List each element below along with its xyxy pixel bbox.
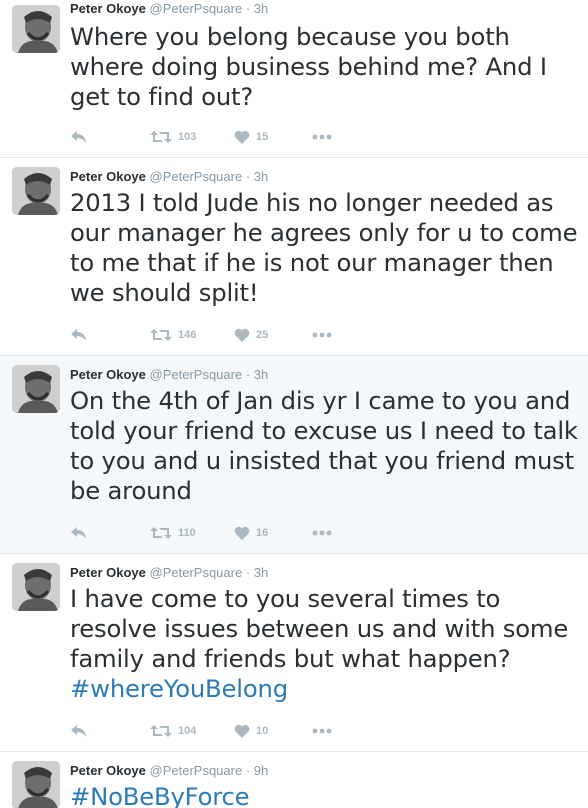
- tweet[interactable]: Peter Okoye @PeterPsquare · 3h Where you…: [0, 0, 588, 158]
- avatar[interactable]: [12, 563, 60, 611]
- timestamp[interactable]: 3h: [254, 367, 268, 382]
- user-fullname[interactable]: Peter Okoye: [70, 565, 146, 580]
- retweet-count: 110: [178, 527, 196, 539]
- timestamp[interactable]: 3h: [254, 1, 268, 16]
- reply-button[interactable]: [70, 721, 88, 741]
- heart-icon: [234, 130, 250, 144]
- like-button[interactable]: 15: [234, 127, 268, 147]
- retweet-button[interactable]: 103: [150, 127, 196, 147]
- more-button[interactable]: [312, 721, 332, 741]
- like-count: 10: [256, 725, 269, 737]
- separator: ·: [245, 565, 251, 580]
- retweet-icon: [150, 527, 172, 539]
- separator: ·: [245, 763, 251, 778]
- separator: ·: [245, 367, 251, 382]
- retweet-count: 146: [178, 329, 197, 341]
- heart-icon: [234, 724, 250, 738]
- tweet-header: Peter Okoye @PeterPsquare · 9h: [70, 763, 268, 779]
- hashtag-link[interactable]: #NoBeByForce: [70, 782, 250, 808]
- reply-icon: [71, 329, 86, 341]
- reply-icon: [71, 527, 86, 539]
- tweet-actions: 103 15: [70, 127, 370, 147]
- avatar[interactable]: [12, 365, 60, 413]
- user-fullname[interactable]: Peter Okoye: [70, 1, 146, 16]
- like-count: 15: [256, 131, 269, 143]
- retweet-button[interactable]: 110: [150, 523, 196, 543]
- more-icon: [312, 728, 332, 734]
- user-fullname[interactable]: Peter Okoye: [70, 367, 146, 382]
- tweet-text-body: On the 4th of Jan dis yr I came to you a…: [70, 386, 578, 505]
- hashtag-link[interactable]: #whereYouBelong: [70, 674, 288, 703]
- avatar[interactable]: [12, 167, 60, 215]
- retweet-count: 103: [178, 131, 197, 143]
- tweet-text-body: Where you belong because you both where …: [70, 22, 547, 111]
- avatar[interactable]: [12, 761, 60, 808]
- retweet-button[interactable]: 146: [150, 325, 196, 345]
- heart-icon: [234, 526, 250, 540]
- user-handle[interactable]: @PeterPsquare: [150, 169, 243, 184]
- tweet-header: Peter Okoye @PeterPsquare · 3h: [70, 565, 268, 581]
- like-count: 25: [256, 329, 269, 341]
- more-icon: [312, 530, 332, 536]
- more-button[interactable]: [312, 523, 332, 543]
- timestamp[interactable]: 3h: [254, 169, 268, 184]
- tweet[interactable]: Peter Okoye @PeterPsquare · 3h 2013 I to…: [0, 158, 588, 356]
- tweet-text-body: I have come to you several times to reso…: [70, 584, 569, 673]
- like-count: 16: [256, 527, 269, 539]
- tweet-text: I have come to you several times to reso…: [70, 584, 580, 704]
- tweet-actions: 104 10: [70, 721, 370, 741]
- more-button[interactable]: [312, 127, 332, 147]
- tweet-text-body: 2013 I told Jude his no longer needed as…: [70, 188, 578, 307]
- tweet-header: Peter Okoye @PeterPsquare · 3h: [70, 367, 268, 383]
- reply-icon: [71, 131, 86, 143]
- retweet-icon: [150, 131, 172, 143]
- heart-icon: [234, 328, 250, 342]
- avatar[interactable]: [12, 5, 60, 53]
- like-button[interactable]: 16: [234, 523, 268, 543]
- more-icon: [312, 134, 332, 140]
- tweet-header: Peter Okoye @PeterPsquare · 3h: [70, 169, 268, 185]
- tweet[interactable]: Peter Okoye @PeterPsquare · 3h I have co…: [0, 554, 588, 752]
- reply-button[interactable]: [70, 127, 88, 147]
- retweet-icon: [150, 329, 172, 341]
- timestamp[interactable]: 9h: [254, 763, 268, 778]
- user-fullname[interactable]: Peter Okoye: [70, 169, 146, 184]
- tweet[interactable]: Peter Okoye @PeterPsquare · 9h #NoBeByFo…: [0, 752, 588, 808]
- retweet-icon: [150, 725, 172, 737]
- separator: ·: [245, 1, 251, 16]
- timestamp[interactable]: 3h: [254, 565, 268, 580]
- reply-button[interactable]: [70, 325, 88, 345]
- reply-button[interactable]: [70, 523, 88, 543]
- reply-icon: [71, 725, 86, 737]
- user-handle[interactable]: @PeterPsquare: [150, 763, 243, 778]
- tweet-text: On the 4th of Jan dis yr I came to you a…: [70, 386, 580, 506]
- tweet-text: 2013 I told Jude his no longer needed as…: [70, 188, 580, 308]
- like-button[interactable]: 25: [234, 325, 268, 345]
- retweet-button[interactable]: 104: [150, 721, 196, 741]
- more-icon: [312, 332, 332, 338]
- user-handle[interactable]: @PeterPsquare: [150, 565, 243, 580]
- retweet-count: 104: [178, 725, 197, 737]
- tweet-actions: 146 25: [70, 325, 370, 345]
- tweet-text: Where you belong because you both where …: [70, 22, 580, 112]
- more-button[interactable]: [312, 325, 332, 345]
- tweet-text: #NoBeByForce: [70, 782, 580, 808]
- tweet[interactable]: Peter Okoye @PeterPsquare · 3h On the 4t…: [0, 356, 588, 554]
- user-handle[interactable]: @PeterPsquare: [150, 1, 243, 16]
- user-handle[interactable]: @PeterPsquare: [150, 367, 243, 382]
- separator: ·: [245, 169, 251, 184]
- tweet-actions: 110 16: [70, 523, 370, 543]
- user-fullname[interactable]: Peter Okoye: [70, 763, 146, 778]
- tweet-header: Peter Okoye @PeterPsquare · 3h: [70, 1, 268, 17]
- like-button[interactable]: 10: [234, 721, 268, 741]
